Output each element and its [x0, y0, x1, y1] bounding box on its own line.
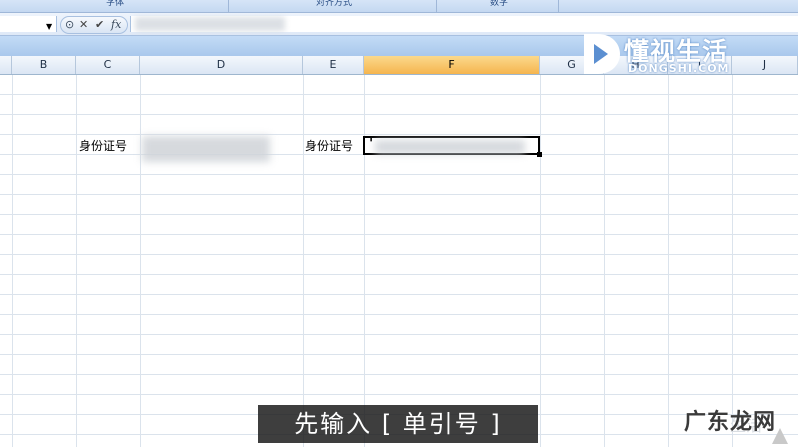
ribbon-group-labels: 字体 对齐方式 数字 — [0, 0, 798, 13]
column-header-f[interactable]: F — [364, 56, 540, 74]
grid-line — [303, 75, 304, 447]
name-box[interactable]: ▼ — [0, 16, 57, 32]
watermark-text: 广东龙网 — [684, 410, 777, 435]
ribbon-group-alignment-label: 对齐方式 — [315, 0, 352, 8]
ribbon-group-number-label: 数字 — [489, 0, 508, 8]
cell-d-blurred-value[interactable] — [142, 136, 270, 162]
cell-e-id-label[interactable]: 身份证号 — [305, 137, 353, 155]
ribbon-group-number[interactable]: 数字 — [440, 0, 559, 12]
grid-line — [364, 75, 365, 447]
grid-line — [540, 75, 541, 447]
spreadsheet-grid[interactable] — [0, 75, 798, 447]
cell-f-blurred — [375, 140, 525, 154]
grid-line — [12, 75, 13, 447]
cell-f-value: ' — [369, 136, 374, 152]
chevron-down-icon[interactable]: ▼ — [46, 22, 52, 31]
logo-subtitle: DONGSHI.COM — [628, 62, 730, 75]
insert-function-button[interactable]: fx — [111, 17, 121, 33]
column-header-b[interactable]: B — [12, 56, 76, 74]
grid-line — [668, 75, 669, 447]
ribbon-group-alignment[interactable]: 对齐方式 — [232, 0, 437, 12]
column-header-c[interactable]: C — [76, 56, 140, 74]
fill-handle[interactable] — [537, 152, 542, 157]
column-header-e[interactable]: E — [303, 56, 364, 74]
site-watermark: 广东龙网 — [674, 400, 798, 447]
cancel-icon[interactable]: ✕ — [79, 17, 88, 33]
watermark-logo: 懂视生活 DONGSHI.COM — [578, 30, 778, 80]
column-header-d[interactable]: D — [140, 56, 303, 74]
ribbon-group-font[interactable]: 字体 — [2, 0, 229, 12]
video-subtitle: 先输入 [ 单引号 ] — [258, 405, 538, 443]
grid-line — [732, 75, 733, 447]
magnifier-icon[interactable]: ⊙ — [65, 17, 74, 33]
formula-content-blurred — [135, 17, 285, 31]
formula-buttons: ⊙ ✕ ✔ fx — [60, 16, 128, 34]
logo-d-icon — [584, 34, 620, 74]
select-all-corner[interactable] — [0, 56, 12, 74]
cell-c-id-label[interactable]: 身份证号 — [79, 137, 127, 155]
grid-line — [140, 75, 141, 447]
grid-line — [604, 75, 605, 447]
grid-line — [76, 75, 77, 447]
confirm-icon[interactable]: ✔ — [95, 17, 104, 33]
selected-cell-f[interactable]: ' — [363, 136, 542, 157]
ribbon-group-font-label: 字体 — [105, 0, 124, 8]
